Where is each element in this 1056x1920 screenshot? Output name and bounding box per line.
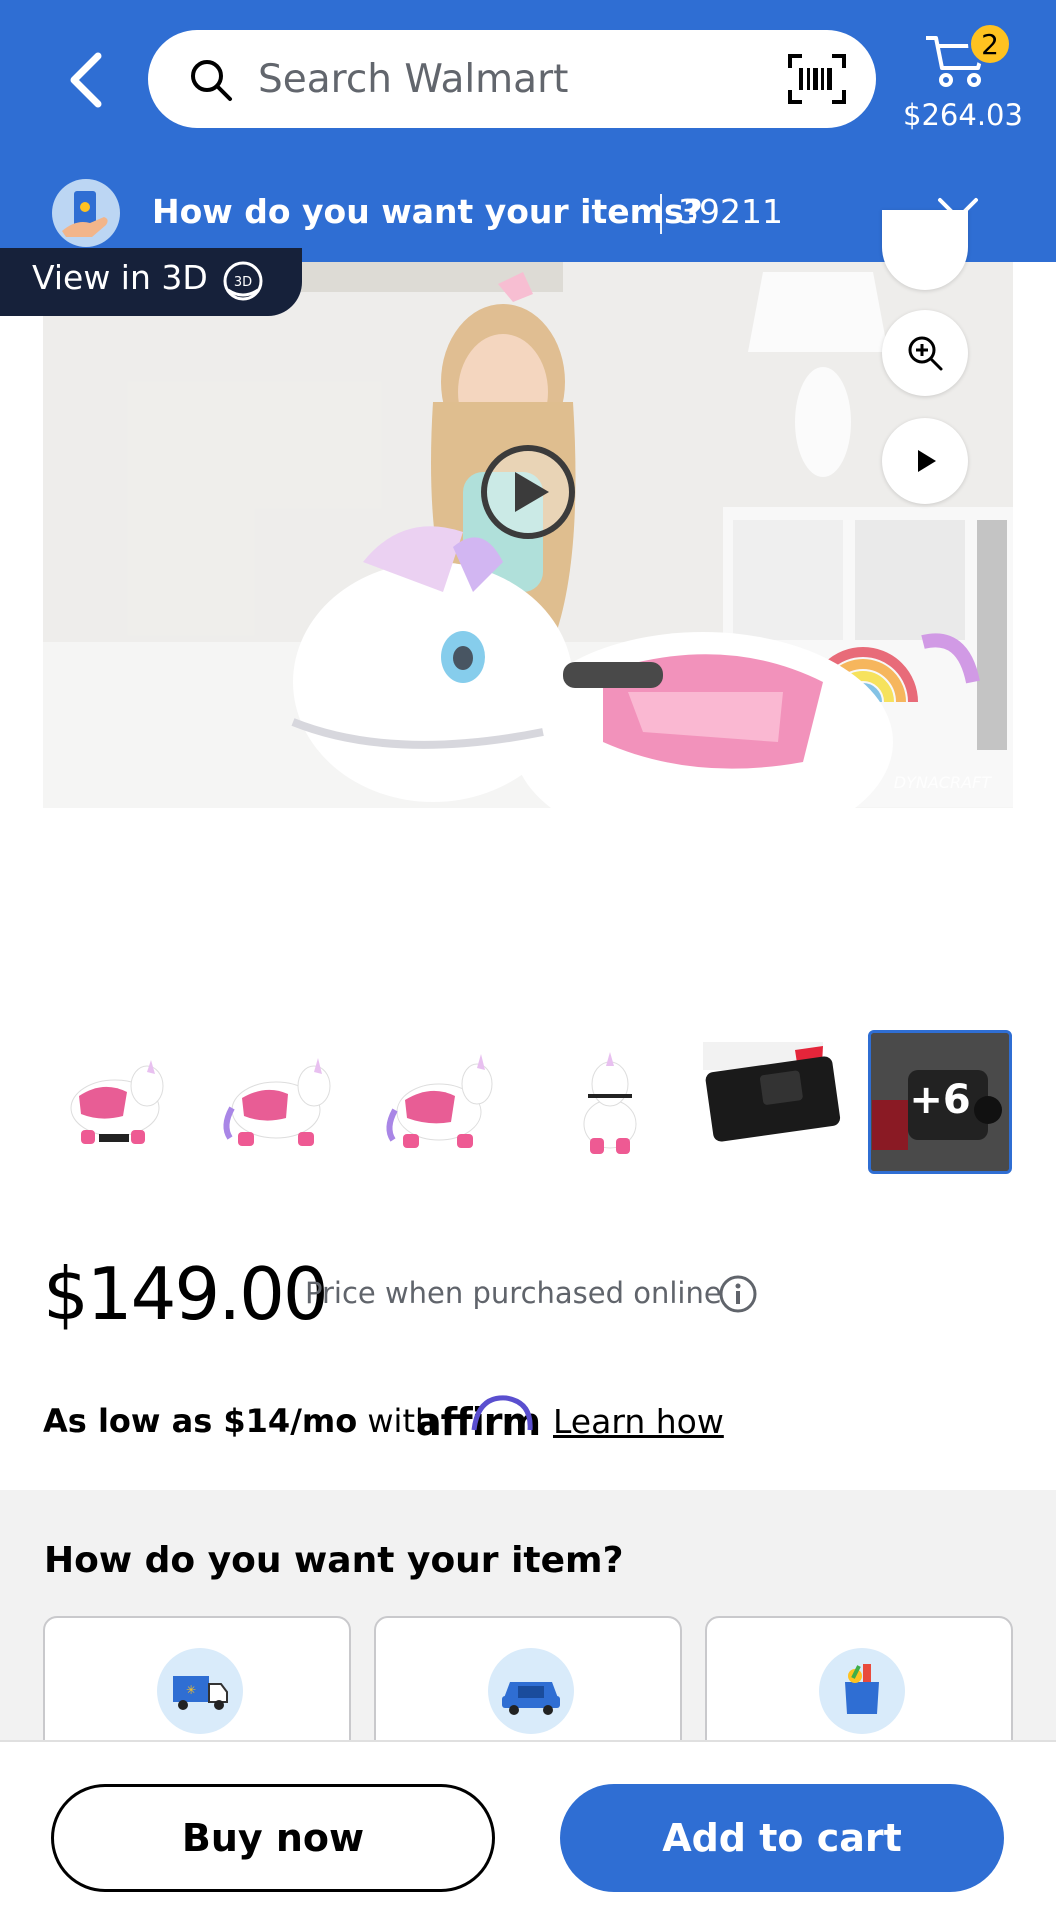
fulfillment-section: How do you want your item? ✳ [0,1490,1056,1776]
unicorn-ride-on-photo [43,262,1013,808]
price-note: Price when purchased online [305,1276,722,1310]
view-in-3d-label: View in 3D [32,258,208,297]
car-pickup-icon [488,1648,574,1734]
thumbnail[interactable] [703,1030,847,1174]
barcode-scan-icon[interactable] [786,52,848,106]
monthly-payment: As low as $14/mo [43,1402,358,1440]
zoom-in-icon [908,336,943,371]
search-input[interactable] [258,30,708,128]
back-button[interactable] [56,42,116,118]
thumbnail[interactable] [43,1030,187,1174]
svg-text:3D: 3D [234,275,252,290]
affirm-arc-icon [471,1395,533,1431]
more-images-count: +6 [909,1077,971,1123]
fulfillment-title: How do you want your item? [44,1540,624,1581]
delivery-truck-icon: ✳ [157,1648,243,1734]
phone-hand-icon [52,179,120,247]
walmart-bag-icon [819,1648,905,1734]
thumbnail[interactable] [373,1030,517,1174]
play-icon [918,450,936,472]
buy-now-button[interactable]: Buy now [51,1784,495,1892]
thumbnail-strip: +6 [43,1030,1013,1174]
search-icon [191,60,232,101]
svg-text:✳: ✳ [186,1683,196,1697]
add-to-cart-button[interactable]: Add to cart [560,1784,1004,1892]
info-icon[interactable] [718,1274,758,1314]
product-price: $149.00 [43,1252,329,1336]
play-video-button[interactable] [882,418,968,504]
thumbnail[interactable] [538,1030,682,1174]
cart-total: $264.03 [903,98,1023,132]
affirm-logo: affirm [414,1390,541,1446]
product-image[interactable]: DYNACRAFT [43,262,1013,808]
more-images-thumbnail[interactable]: +6 [868,1030,1012,1174]
cart-count-badge: 2 [968,22,1012,66]
chevron-left-icon [70,52,102,108]
view-in-3d-button[interactable]: View in 3D 3D [0,248,302,316]
bottom-action-bar: Buy now Add to cart [0,1740,1056,1920]
affirm-financing-text: As low as $14/mo with [43,1402,435,1440]
delivery-prompt: How do you want your items? [152,192,703,231]
learn-how-link[interactable]: Learn how [553,1402,724,1441]
thumbnail[interactable] [208,1030,352,1174]
cart-button[interactable]: 2 $264.03 [898,22,1028,142]
brand-watermark: DYNACRAFT [893,773,991,792]
search-bar[interactable] [148,30,876,128]
cube-3d-icon: 3D [223,261,263,301]
zip-code: 39211 [678,192,783,231]
zoom-button[interactable] [882,310,968,396]
divider [660,194,662,234]
